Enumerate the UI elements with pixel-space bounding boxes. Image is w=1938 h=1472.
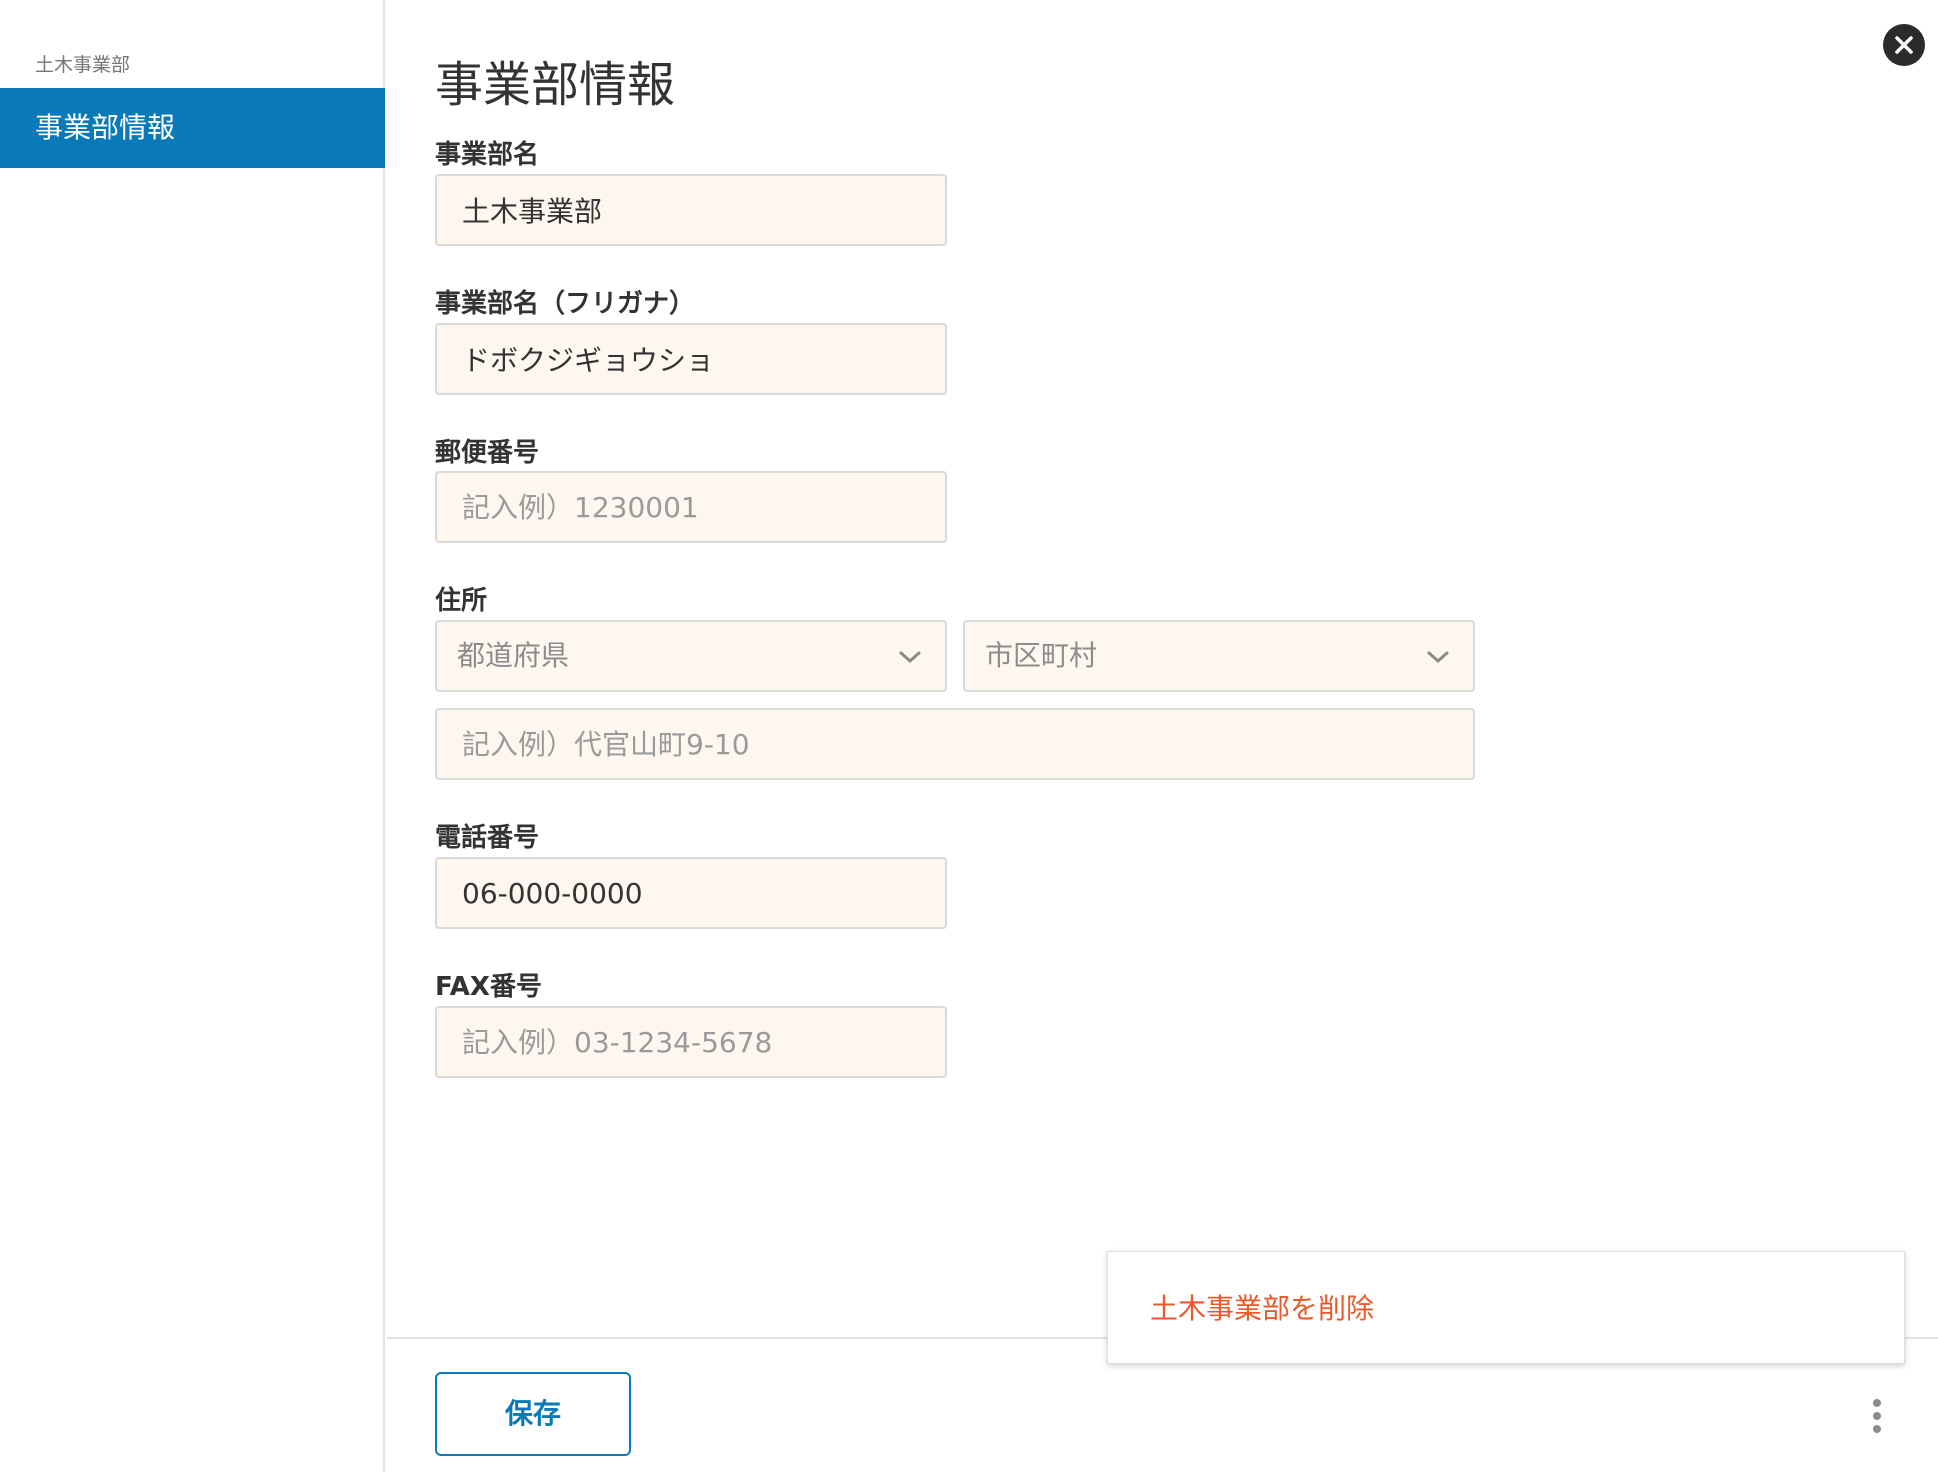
- postal-code-input[interactable]: [435, 471, 947, 543]
- save-button[interactable]: 保存: [435, 1372, 631, 1456]
- division-name-label: 事業部名: [435, 140, 540, 170]
- street-address-input[interactable]: [435, 708, 1475, 780]
- close-button[interactable]: [1883, 24, 1925, 66]
- postal-code-label: 郵便番号: [435, 438, 540, 468]
- page-title: 事業部情報: [435, 57, 676, 113]
- app-window: 土木事業部 事業部情報 事業部情報 事業部名 事業部名（フリガナ） 郵便番号 住…: [0, 0, 1938, 1472]
- phone-input[interactable]: [435, 857, 947, 929]
- close-icon: [1895, 36, 1913, 54]
- main-panel: 事業部情報 事業部名 事業部名（フリガナ） 郵便番号 住所 都道府県 市区町村: [387, 0, 1938, 1472]
- address-label: 住所: [435, 586, 488, 616]
- division-kana-input[interactable]: [435, 323, 947, 395]
- prefecture-select[interactable]: 都道府県: [435, 620, 947, 692]
- more-vertical-icon[interactable]: [1869, 1398, 1885, 1434]
- fax-label: FAX番号: [435, 972, 542, 1002]
- phone-label: 電話番号: [435, 823, 540, 853]
- more-options-menu: 土木事業部を削除: [1107, 1251, 1905, 1364]
- delete-division-menu-item[interactable]: 土木事業部を削除: [1150, 1252, 1374, 1365]
- chevron-down-icon: [899, 651, 921, 663]
- sidebar: 土木事業部 事業部情報: [0, 0, 385, 1472]
- chevron-down-icon: [1427, 651, 1449, 663]
- division-name-input[interactable]: [435, 174, 947, 246]
- division-kana-label: 事業部名（フリガナ）: [435, 289, 696, 319]
- prefecture-select-placeholder: 都道府県: [457, 639, 570, 672]
- sidebar-group-label: 土木事業部: [35, 54, 131, 76]
- sidebar-item-division-info[interactable]: 事業部情報: [0, 88, 385, 168]
- fax-input[interactable]: [435, 1006, 947, 1078]
- city-select-placeholder: 市区町村: [985, 639, 1098, 672]
- city-select[interactable]: 市区町村: [963, 620, 1475, 692]
